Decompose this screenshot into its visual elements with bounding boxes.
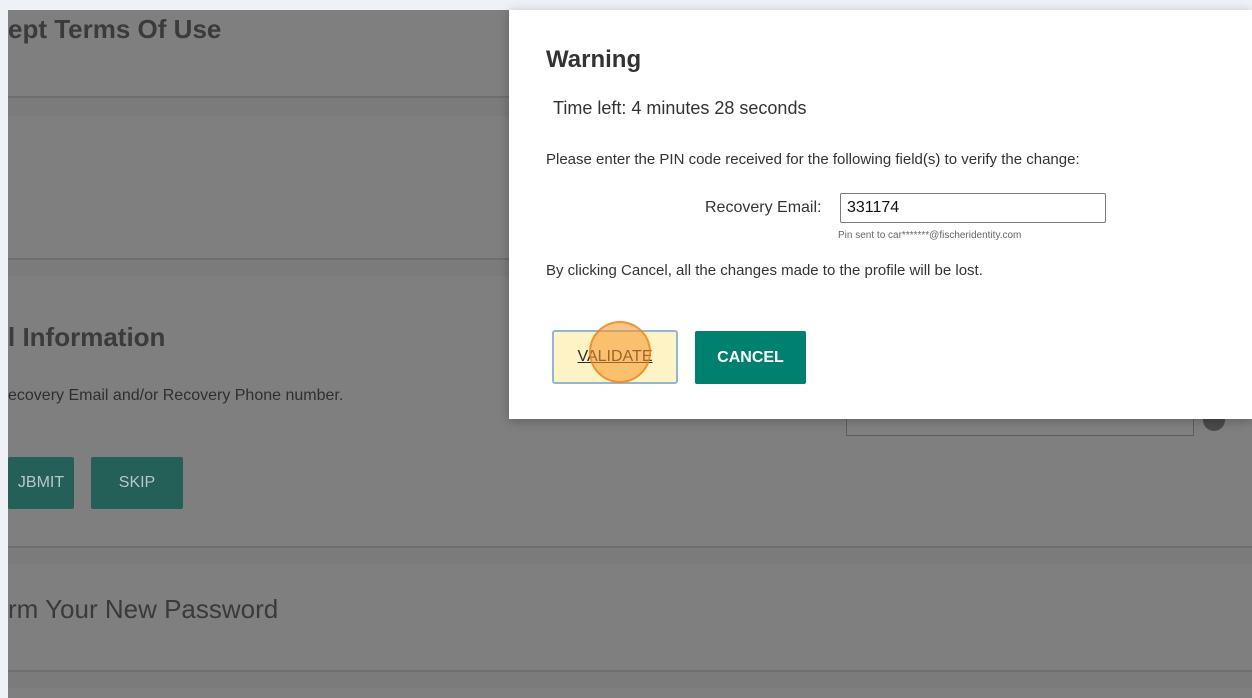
cancel-button[interactable]: CANCEL xyxy=(695,331,806,384)
recovery-email-label: Recovery Email: xyxy=(705,199,822,216)
next-section xyxy=(8,688,1252,698)
pin-sent-hint: Pin sent to car*******@fischeridentity.c… xyxy=(838,230,1022,241)
warning-dialog: Warning Time left: 4 minutes 28 seconds … xyxy=(509,10,1252,419)
submit-button: JBMIT xyxy=(8,457,74,509)
terms-section-title: ept Terms Of Use xyxy=(8,14,222,44)
confirm-password-title: rm Your New Password xyxy=(8,594,279,624)
personal-information-title: l Information xyxy=(8,322,166,352)
cancel-warning-text: By clicking Cancel, all the changes made… xyxy=(546,262,983,279)
personal-information-description: ecovery Email and/or Recovery Phone numb… xyxy=(8,387,344,404)
validate-button[interactable]: VALIDATE xyxy=(552,330,678,384)
pin-instruction-text: Please enter the PIN code received for t… xyxy=(546,151,1080,168)
confirm-password-section: rm Your New Password xyxy=(8,564,1252,672)
skip-button: SKIP xyxy=(91,457,183,509)
time-left-text: Time left: 4 minutes 28 seconds xyxy=(553,98,807,118)
dialog-title: Warning xyxy=(546,46,642,73)
pin-code-input[interactable] xyxy=(840,193,1106,223)
